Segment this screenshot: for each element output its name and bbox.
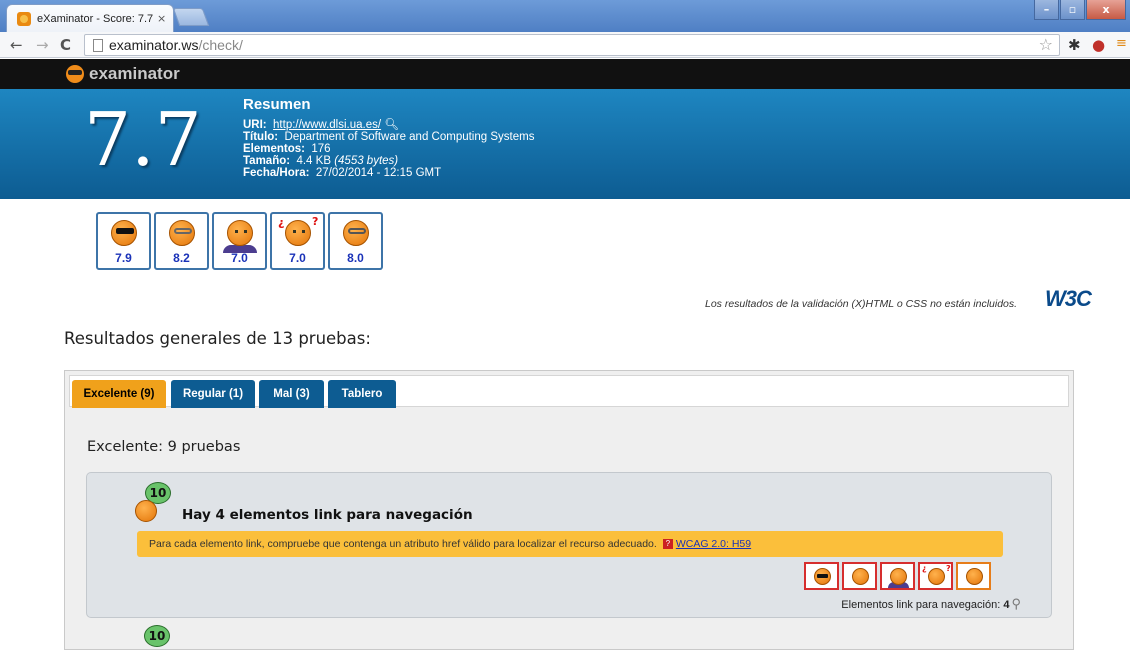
w3c-note: Los resultados de la validación (X)HTML … bbox=[705, 298, 1018, 310]
date-value: 27/02/2014 - 12:15 GMT bbox=[315, 167, 442, 179]
glasses-face-icon bbox=[169, 220, 195, 246]
smiley-face-icon bbox=[135, 500, 157, 522]
close-window-button[interactable]: x bbox=[1086, 0, 1126, 20]
minimize-button[interactable]: – bbox=[1034, 0, 1059, 20]
page-title-value: Department of Software and Computing Sys… bbox=[284, 131, 535, 143]
sunglasses-face-icon bbox=[111, 220, 137, 246]
test-title: Hay 4 elementos link para navegación bbox=[182, 507, 473, 523]
reload-icon[interactable]: C bbox=[60, 36, 71, 54]
sunglasses-face-icon bbox=[814, 568, 831, 585]
magnifier-icon[interactable]: ⚲ bbox=[1011, 596, 1021, 611]
extension-hat-icon[interactable]: ● bbox=[1092, 36, 1105, 54]
browser-tab[interactable]: eXaminator - Score: 7.7 × bbox=[6, 4, 174, 32]
confused-face-icon bbox=[285, 220, 311, 246]
site-logo[interactable]: examinator bbox=[66, 64, 180, 84]
uri-link[interactable]: http://www.dlsi.ua.es/ bbox=[273, 119, 381, 131]
back-arrow-icon[interactable]: ← bbox=[10, 36, 23, 54]
old-face-icon bbox=[343, 220, 369, 246]
confused-face-icon bbox=[928, 568, 945, 585]
window-controls: – ▫ x bbox=[1034, 0, 1126, 20]
person-face-icon bbox=[227, 220, 253, 246]
settings-gear-icon[interactable]: ✱ bbox=[1068, 36, 1081, 54]
test-score-badge: 10 bbox=[135, 482, 171, 522]
summary-banner: 7.7 Resumen URI: http://www.dlsi.ua.es/ … bbox=[0, 89, 1130, 199]
overall-score: 7.7 bbox=[84, 97, 202, 183]
tab-excelente[interactable]: Excelente (9) bbox=[72, 380, 166, 408]
tab-title: eXaminator - Score: 7.7 bbox=[37, 13, 154, 25]
tab-regular[interactable]: Regular (1) bbox=[171, 380, 255, 408]
old-face-icon bbox=[966, 568, 983, 585]
question-mark-icon: ? bbox=[312, 215, 319, 228]
window-titlebar: eXaminator - Score: 7.7 × – ▫ x bbox=[0, 0, 1130, 32]
tab-strip: Excelente (9) Regular (1) Mal (3) Tabler… bbox=[69, 375, 1069, 408]
results-heading: Resultados generales de 13 pruebas: bbox=[64, 329, 371, 348]
mini-profile[interactable] bbox=[956, 562, 991, 590]
tab-tablero[interactable]: Tablero bbox=[328, 380, 396, 408]
wcag-link[interactable]: WCAG 2.0: H59 bbox=[676, 538, 751, 550]
elements-value: 176 bbox=[311, 143, 331, 155]
test-result-card: 10 Hay 4 elementos link para navegación … bbox=[86, 472, 1052, 618]
browser-toolbar: ← → C examinator.ws/check/ ☆ ✱ ● ≡ bbox=[0, 32, 1130, 58]
score-bubble: 10 bbox=[144, 625, 170, 647]
size-bytes: (4553 bytes) bbox=[334, 155, 399, 167]
panel-subtitle: Excelente: 9 pruebas bbox=[87, 439, 241, 455]
site-header: examinator bbox=[0, 59, 1130, 89]
w3c-logo[interactable]: W3C bbox=[1045, 286, 1092, 312]
person-face-icon bbox=[890, 568, 907, 585]
url-text[interactable]: examinator.ws/check/ bbox=[109, 37, 243, 53]
help-icon[interactable]: ? bbox=[662, 539, 673, 549]
results-panel: Excelente (9) Regular (1) Mal (3) Tabler… bbox=[64, 370, 1074, 650]
test-profile-icons: ¿? bbox=[804, 562, 991, 590]
next-test-badge: 10 bbox=[134, 625, 170, 647]
favicon-icon bbox=[17, 12, 31, 26]
profile-card[interactable]: 7.0 bbox=[212, 212, 267, 270]
question-mark-icon: ¿ bbox=[278, 216, 285, 229]
summary-title: Resumen bbox=[243, 96, 311, 113]
bookmark-star-icon[interactable]: ☆ bbox=[1039, 35, 1053, 54]
summary-panel: Resumen URI: http://www.dlsi.ua.es/ 🔍︎ T… bbox=[243, 96, 535, 179]
size-value: 4.4 KB bbox=[296, 155, 331, 167]
mini-profile[interactable] bbox=[880, 562, 915, 590]
logo-face-icon bbox=[66, 65, 84, 83]
tab-mal[interactable]: Mal (3) bbox=[259, 380, 324, 408]
menu-icon[interactable]: ≡ bbox=[1116, 36, 1127, 51]
profile-card[interactable]: 8.0 bbox=[328, 212, 383, 270]
page-icon bbox=[93, 39, 103, 52]
new-tab-button[interactable] bbox=[172, 8, 210, 26]
profile-card[interactable]: 8.2 bbox=[154, 212, 209, 270]
mini-profile[interactable] bbox=[804, 562, 839, 590]
maximize-button[interactable]: ▫ bbox=[1060, 0, 1085, 20]
glasses-face-icon bbox=[852, 568, 869, 585]
profile-scores: 7.9 8.2 7.0 ¿ ? 7.0 8.0 bbox=[96, 212, 383, 270]
forward-arrow-icon[interactable]: → bbox=[36, 36, 49, 54]
profile-card[interactable]: 7.9 bbox=[96, 212, 151, 270]
tab-close-icon[interactable]: × bbox=[157, 12, 166, 25]
mini-profile[interactable] bbox=[842, 562, 877, 590]
magnifier-icon[interactable]: 🔍︎ bbox=[384, 119, 399, 131]
mini-profile[interactable]: ¿? bbox=[918, 562, 953, 590]
profile-card[interactable]: ¿ ? 7.0 bbox=[270, 212, 325, 270]
address-bar[interactable]: examinator.ws/check/ ☆ bbox=[84, 34, 1060, 56]
element-count: Elementos link para navegación: 4 ⚲ bbox=[841, 596, 1021, 611]
test-hint: Para cada elemento link, compruebe que c… bbox=[137, 531, 1003, 557]
